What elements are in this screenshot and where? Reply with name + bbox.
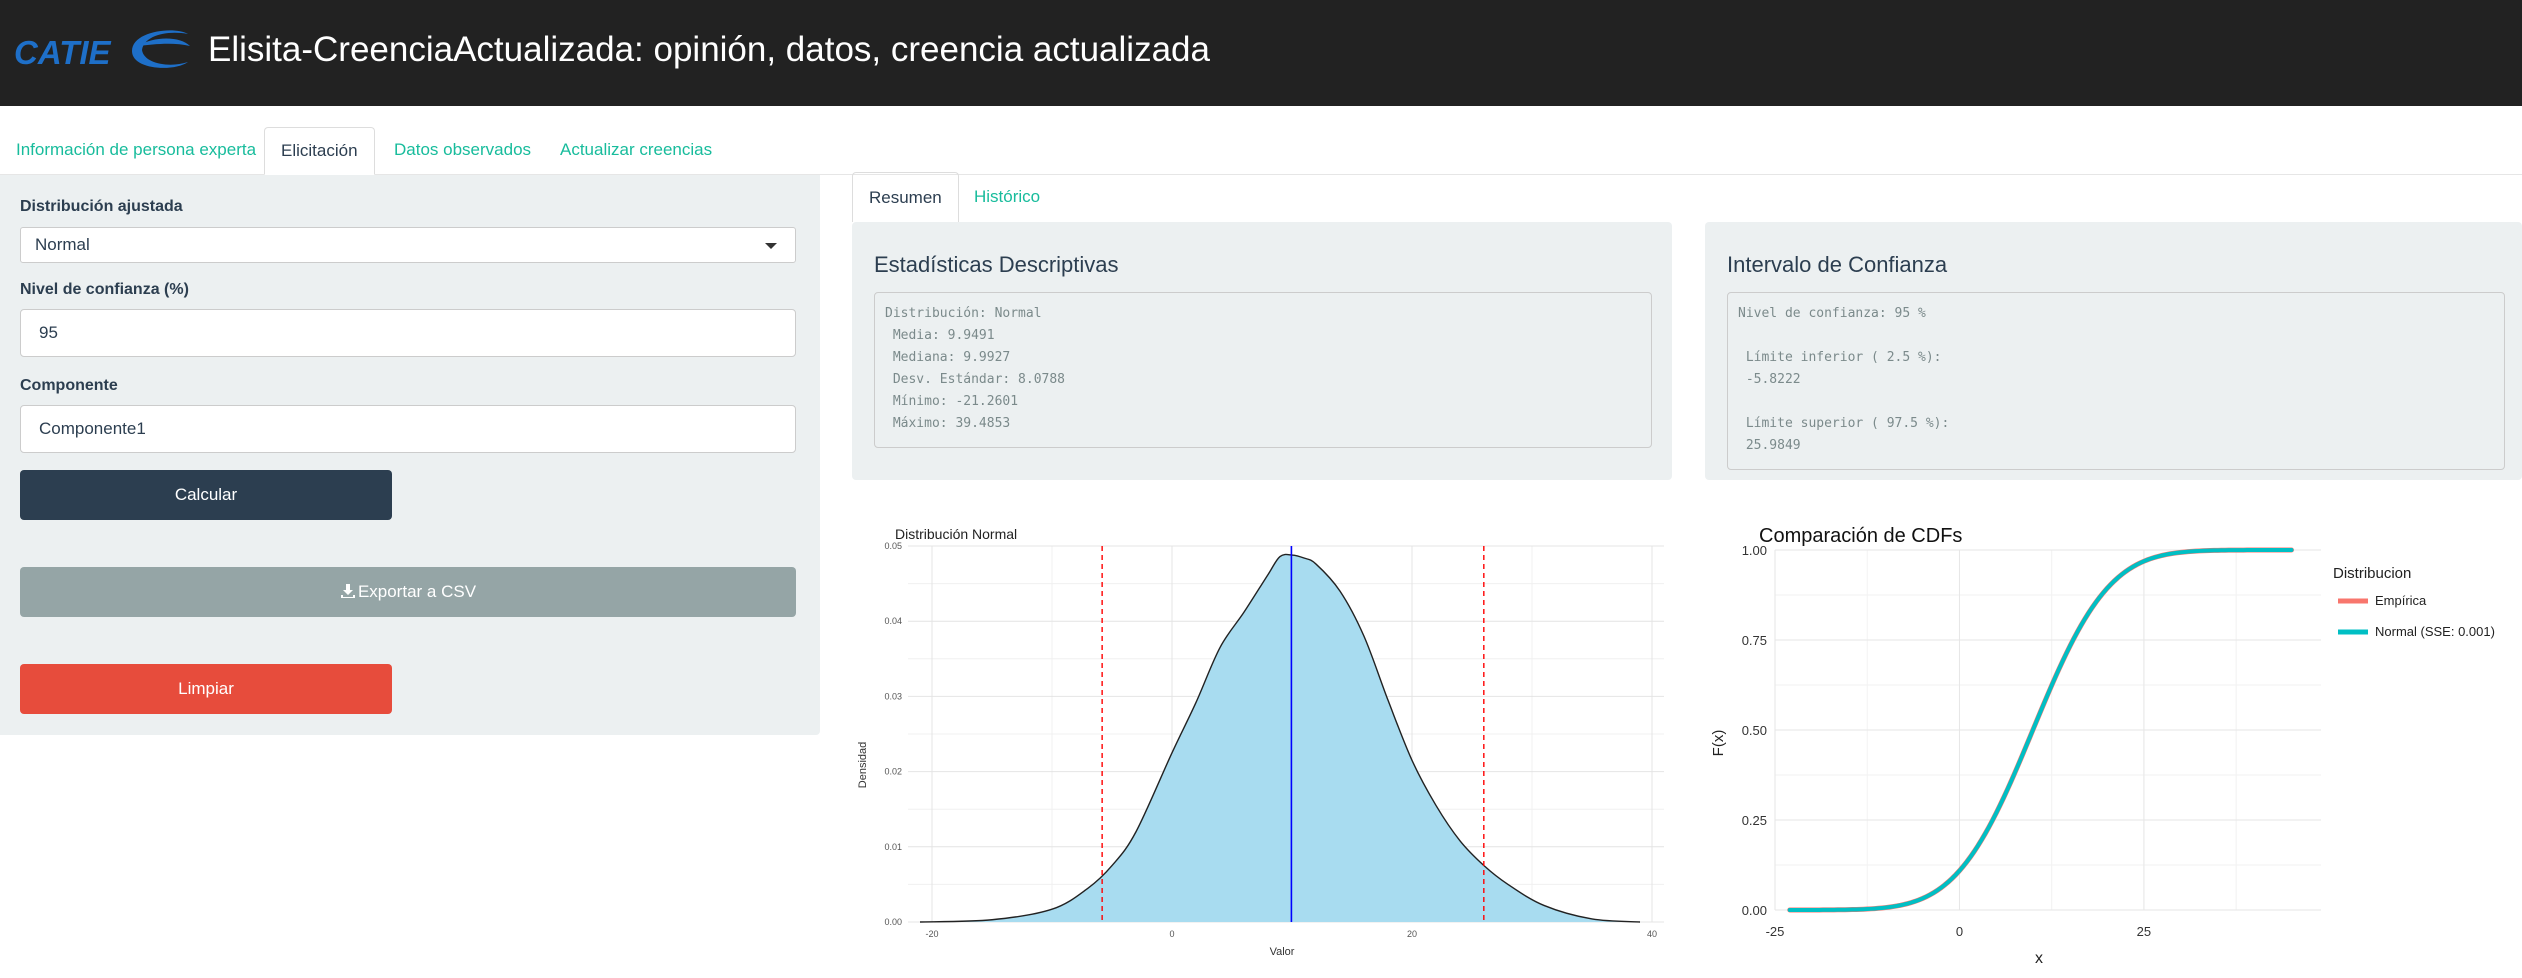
- component-input[interactable]: Componente1: [20, 405, 796, 453]
- density-x-tick-label: 40: [1647, 929, 1657, 939]
- tab-historico[interactable]: Histórico: [958, 172, 1056, 222]
- cdf-y-tick-label: 0.00: [1742, 903, 1767, 918]
- component-label: Componente: [20, 377, 118, 394]
- app-title: Elisita-CreenciaActualizada: opinión, da…: [208, 30, 1210, 69]
- cdf-y-tick-label: 1.00: [1742, 543, 1767, 558]
- cdf-y-axis-label: F(x): [1710, 730, 1727, 757]
- result-tabs: Resumen Histórico: [852, 172, 2522, 222]
- clear-button[interactable]: Limpiar: [20, 664, 392, 714]
- stats-output: Distribución: Normal Media: 9.9491 Media…: [874, 292, 1652, 448]
- cdf-x-tick-label: 0: [1956, 924, 1963, 939]
- density-y-tick-label: 0.01: [884, 842, 902, 852]
- confidence-input[interactable]: 95: [20, 309, 796, 357]
- sidebar-panel: Distribución ajustada Normal Nivel de co…: [0, 175, 820, 735]
- navbar: CATIE Elisita-CreenciaActualizada: opini…: [0, 0, 2522, 106]
- cdf-legend: Distribucion Empírica Normal (SSE: 0.001): [2333, 565, 2495, 639]
- catie-logo[interactable]: CATIE: [14, 24, 190, 74]
- caret-down-icon: [765, 243, 777, 249]
- density-y-tick-label: 0.03: [884, 691, 902, 701]
- density-y-tick-label: 0.04: [884, 616, 902, 626]
- density-y-tick-label: 0.02: [884, 767, 902, 777]
- density-x-tick-label: -20: [925, 929, 938, 939]
- density-x-tick-label: 20: [1407, 929, 1417, 939]
- density-x-axis-label: Valor: [1270, 946, 1295, 958]
- density-y-tick-label: 0.00: [884, 917, 902, 927]
- main-tabs: Información de persona experta Elicitaci…: [0, 127, 2522, 175]
- tab-elicitacion[interactable]: Elicitación: [264, 127, 375, 175]
- stats-title: Estadísticas Descriptivas: [874, 252, 1119, 277]
- cdf-y-tick-label: 0.25: [1742, 813, 1767, 828]
- density-y-axis-label: Densidad: [857, 742, 869, 788]
- ci-output: Nivel de confianza: 95 % Límite inferior…: [1727, 292, 2505, 470]
- density-chart: Distribución Normal 0.00 0.01 0.02 0.03 0.04…: [857, 526, 1664, 958]
- cdf-x-tick-label: 25: [2137, 924, 2151, 939]
- density-y-tick-label: 0.05: [884, 541, 902, 551]
- cdf-legend-label: Empírica: [2375, 593, 2427, 608]
- distribution-select-value: Normal: [35, 235, 90, 254]
- density-x-tick-label: 0: [1169, 929, 1174, 939]
- export-csv-button[interactable]: Exportar a CSV: [20, 567, 796, 617]
- cdf-y-tick-label: 0.50: [1742, 723, 1767, 738]
- ci-title: Intervalo de Confianza: [1727, 252, 1948, 277]
- logo-text: CATIE: [14, 34, 112, 71]
- tab-resumen[interactable]: Resumen: [852, 172, 959, 222]
- cdf-chart: Comparación de CDFs 0.00 0.25 0.50 0.75 1.00…: [1710, 525, 2495, 967]
- stats-panel: Estadísticas Descriptivas Distribución: …: [852, 222, 1672, 480]
- cdf-chart-title: Comparación de CDFs: [1759, 525, 1962, 547]
- confidence-label: Nivel de confianza (%): [20, 281, 189, 298]
- tab-persona-experta[interactable]: Información de persona experta: [0, 127, 272, 175]
- cdf-x-axis-label: x: [2035, 950, 2043, 967]
- download-icon: [340, 584, 355, 598]
- cdf-legend-label: Normal (SSE: 0.001): [2375, 624, 2495, 639]
- distribution-select[interactable]: Normal: [20, 227, 796, 263]
- density-chart-title: Distribución Normal: [895, 526, 1017, 542]
- distribution-label: Distribución ajustada: [20, 198, 183, 215]
- cdf-y-tick-label: 0.75: [1742, 633, 1767, 648]
- ci-panel: Intervalo de Confianza Nivel de confianz…: [1705, 222, 2522, 480]
- cdf-x-tick-label: -25: [1766, 924, 1785, 939]
- tab-actualizar-creencias[interactable]: Actualizar creencias: [544, 127, 728, 175]
- cdf-legend-title: Distribucion: [2333, 565, 2411, 582]
- calculate-button[interactable]: Calcular: [20, 470, 392, 520]
- export-csv-label: Exportar a CSV: [357, 582, 477, 601]
- tab-datos-observados[interactable]: Datos observados: [378, 127, 547, 175]
